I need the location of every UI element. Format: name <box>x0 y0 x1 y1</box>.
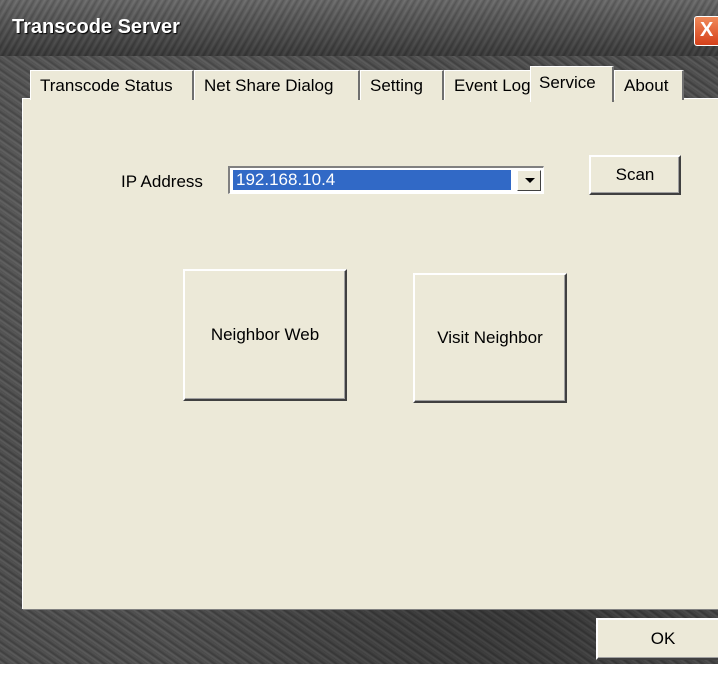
ip-address-value: 192.168.10.4 <box>233 170 511 190</box>
scan-button-label: Scan <box>615 165 655 184</box>
chevron-down-icon[interactable] <box>517 170 541 191</box>
neighbor-web-button[interactable]: Neighbor Web <box>183 269 347 401</box>
ok-button[interactable]: OK <box>596 618 718 660</box>
tab-label: Service <box>539 73 596 92</box>
tab-label: Net Share Dialog <box>204 76 334 95</box>
window-title: Transcode Server <box>12 16 180 38</box>
tab-label: Event Log <box>454 76 531 95</box>
close-button[interactable]: X <box>694 16 718 46</box>
tab-transcode-status[interactable]: Transcode Status <box>30 70 194 100</box>
tab-label: Setting <box>370 76 423 95</box>
close-icon: X <box>700 19 714 41</box>
title-bar[interactable]: Transcode Server X <box>0 0 718 56</box>
ip-address-combobox[interactable]: 192.168.10.4 <box>228 166 544 194</box>
tab-net-share-dialog[interactable]: Net Share Dialog <box>194 70 360 100</box>
visit-neighbor-label: Visit Neighbor <box>437 328 543 347</box>
ip-address-label: IP Address <box>121 172 203 191</box>
tab-label: About <box>624 76 669 95</box>
tab-strip: Transcode Status Net Share Dialog Settin… <box>22 66 718 102</box>
scan-button[interactable]: Scan <box>589 155 681 195</box>
app-window: Transcode Server X IP Address Scan Neigh… <box>0 0 718 664</box>
tab-about[interactable]: About <box>614 70 684 100</box>
visit-neighbor-button[interactable]: Visit Neighbor <box>413 273 567 403</box>
neighbor-web-label: Neighbor Web <box>210 325 320 344</box>
ok-button-label: OK <box>650 629 676 648</box>
tab-label: Transcode Status <box>40 76 173 95</box>
tab-setting[interactable]: Setting <box>360 70 444 100</box>
tab-service[interactable]: Service <box>530 66 614 102</box>
